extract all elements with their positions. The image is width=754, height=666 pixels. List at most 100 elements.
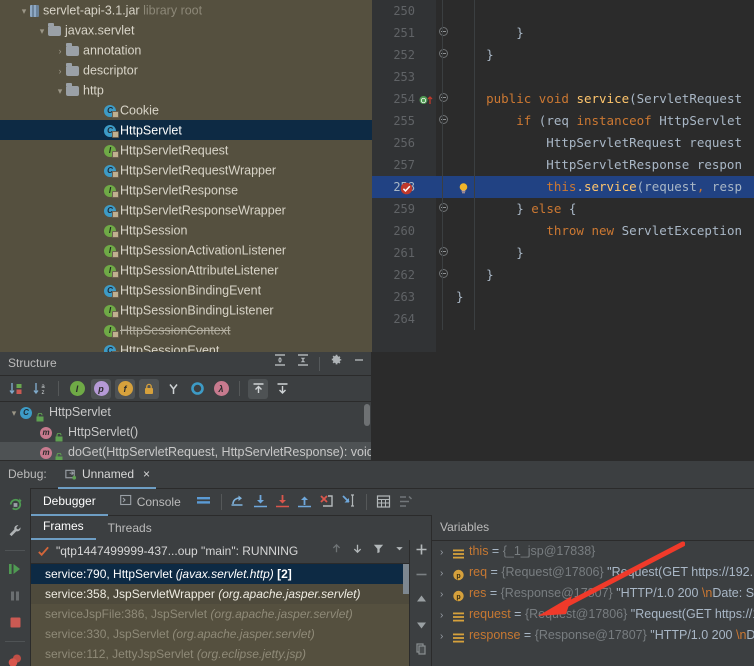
stack-frame-row[interactable]: service:358, JspServletWrapper (org.apac… (31, 584, 410, 604)
variables-list[interactable]: › this = {_1_jsp@17838} › p req = {Request@1… (432, 541, 754, 653)
code-line-262[interactable]: 262 } (372, 264, 754, 286)
tree-twisty[interactable]: › (54, 41, 66, 61)
fold-toggle-icon[interactable] (436, 264, 450, 286)
code-line-255[interactable]: 255 if (req instanceof HttpServlet (372, 110, 754, 132)
code-editor[interactable]: 250 251 } 252 } 253 254 O public void service… (372, 0, 754, 352)
evaluate-expression-icon[interactable] (373, 491, 395, 513)
tree-item-httpservlet[interactable]: C HttpServlet (0, 120, 372, 140)
tree-item-httpsession[interactable]: I HttpSession (0, 220, 372, 240)
code-line-264[interactable]: 264 (372, 308, 754, 330)
copy-icon[interactable] (414, 642, 428, 659)
tree-item-http[interactable]: ▾ http (0, 80, 372, 100)
variable-row[interactable]: › p req = {Request@17806} "Request(GET htt… (432, 562, 754, 583)
drop-frame-icon[interactable] (316, 491, 338, 513)
group-methods-icon[interactable] (163, 379, 183, 399)
step-into-icon[interactable] (250, 491, 272, 513)
code-line-257[interactable]: 257 HttpServletResponse respon (372, 154, 754, 176)
show-anonymous-icon[interactable] (187, 379, 207, 399)
tree-item-httpservletrequestwrapper[interactable]: C HttpServletRequestWrapper (0, 160, 372, 180)
code-line-261[interactable]: 261 } (372, 242, 754, 264)
tree-item-annotation[interactable]: › annotation (0, 40, 372, 60)
code-line-250[interactable]: 250 (372, 0, 754, 22)
project-tree-panel[interactable]: ▾ servlet-api-3.1.jar library root ▾ javax.… (0, 0, 372, 352)
subtab-threads[interactable]: Threads (96, 516, 164, 540)
add-icon[interactable] (414, 542, 429, 560)
show-inherited-icon[interactable]: I (67, 379, 87, 399)
structure-item[interactable]: m HttpServlet() (0, 422, 372, 442)
code-line-253[interactable]: 253 (372, 66, 754, 88)
tree-item-httpsessionactivationlistener[interactable]: I HttpSessionActivationListener (0, 240, 372, 260)
variable-row[interactable]: › request = {Request@17806} "Request(GET … (432, 604, 754, 625)
debug-session-tab[interactable]: Unnamed × (58, 461, 157, 489)
tree-item-httpservletresponse[interactable]: I HttpServletResponse (0, 180, 372, 200)
filter-icon[interactable] (372, 540, 385, 563)
frames-threads-tabs[interactable]: Frames Threads (31, 515, 410, 541)
gear-icon[interactable] (329, 352, 343, 375)
sort-alphabetically-icon[interactable]: az (30, 379, 50, 399)
stack-frame-row[interactable]: service:790, HttpServlet (javax.servlet.… (31, 564, 410, 584)
structure-tree[interactable]: ▾ C HttpServlet m HttpServlet() m doGet(HttpSe… (0, 402, 372, 460)
tree-item-cookie[interactable]: C Cookie (0, 100, 372, 120)
close-icon[interactable]: × (143, 461, 150, 487)
tree-twisty[interactable]: ▾ (18, 1, 30, 21)
move-up-icon[interactable] (414, 592, 429, 610)
tree-item-descriptor[interactable]: › descriptor (0, 60, 372, 80)
stop-icon[interactable] (3, 611, 27, 634)
show-non-public-icon[interactable] (139, 378, 159, 399)
settings-wrench-icon[interactable] (3, 520, 27, 543)
show-properties-icon[interactable]: p (91, 378, 111, 399)
tab-debugger[interactable]: Debugger (31, 488, 108, 516)
breakpoint-icon[interactable] (400, 180, 413, 195)
expand-arrow-icon[interactable]: › (440, 605, 452, 626)
tree-twisty[interactable]: ▾ (54, 81, 66, 101)
frames-right-rail[interactable] (410, 540, 432, 666)
expand-tree-icon[interactable] (248, 378, 268, 399)
rerun-icon[interactable] (3, 493, 27, 516)
show-fields-icon[interactable]: f (115, 378, 135, 399)
subtab-frames[interactable]: Frames (31, 514, 96, 540)
code-line-258[interactable]: 258 this.service(request, resp (372, 176, 754, 198)
tree-item-httpsessionevent[interactable]: C HttpSessionEvent (0, 340, 372, 352)
tab-console[interactable]: Console (108, 489, 193, 515)
resume-program-icon[interactable] (3, 558, 27, 581)
pause-program-icon[interactable] (3, 584, 27, 607)
remove-icon[interactable] (414, 567, 429, 585)
fold-toggle-icon[interactable] (436, 88, 450, 110)
code-line-254[interactable]: 254 O public void service(ServletRequest (372, 88, 754, 110)
tree-twisty[interactable]: › (54, 61, 66, 81)
tree-item-servlet-api-3-1-jar[interactable]: ▾ servlet-api-3.1.jar library root (0, 0, 372, 20)
move-down-icon[interactable] (414, 617, 429, 635)
code-line-260[interactable]: 260 throw new ServletException (372, 220, 754, 242)
up-arrow-icon[interactable] (330, 540, 343, 563)
tree-item-httpservletrequest[interactable]: I HttpServletRequest (0, 140, 372, 160)
tree-item-httpsessionattributelistener[interactable]: I HttpSessionAttributeListener (0, 260, 372, 280)
fold-toggle-icon[interactable] (436, 44, 450, 66)
tree-item-javax-servlet[interactable]: ▾ javax.servlet (0, 20, 372, 40)
step-out-icon[interactable] (294, 491, 316, 513)
code-line-256[interactable]: 256 HttpServletRequest request (372, 132, 754, 154)
stack-frame-row[interactable]: service:112, JettyJspServlet (org.eclips… (31, 644, 410, 664)
variable-row[interactable]: › p res = {Response@17807} "HTTP/1.0 200 \… (432, 583, 754, 604)
code-line-259[interactable]: 259 } else { (372, 198, 754, 220)
tree-item-httpsessionbindingevent[interactable]: C HttpSessionBindingEvent (0, 280, 372, 300)
expand-arrow-icon[interactable]: › (440, 626, 452, 647)
variable-row[interactable]: › this = {_1_jsp@17838} (432, 541, 754, 562)
collapse-tree-icon[interactable] (272, 379, 292, 399)
structure-toolbar[interactable]: az Ipf λ (0, 376, 372, 402)
debugger-toolbar[interactable]: Debugger Console (31, 488, 754, 516)
step-over-icon[interactable] (228, 491, 250, 513)
stack-frame-row[interactable]: serviceJspFile:386, JspServlet (org.apac… (31, 604, 410, 624)
expand-all-icon[interactable] (273, 352, 287, 375)
call-stack-list[interactable]: service:790, HttpServlet (javax.servlet.… (31, 564, 410, 666)
code-line-252[interactable]: 252 } (372, 44, 754, 66)
down-arrow-icon[interactable] (351, 540, 364, 563)
tree-item-httpsessioncontext[interactable]: I HttpSessionContext (0, 320, 372, 340)
view-breakpoints-icon[interactable] (3, 649, 27, 666)
stack-frame-row[interactable]: service:330, JspServlet (org.apache.jasp… (31, 624, 410, 644)
collapse-all-icon[interactable] (296, 352, 310, 375)
structure-item[interactable]: m doGet(HttpServletRequest, HttpServletRe… (0, 442, 372, 460)
tree-twisty[interactable]: ▾ (36, 21, 48, 41)
force-step-into-icon[interactable] (272, 491, 294, 513)
structure-item[interactable]: ▾ C HttpServlet (0, 402, 372, 422)
code-line-263[interactable]: 263} (372, 286, 754, 308)
